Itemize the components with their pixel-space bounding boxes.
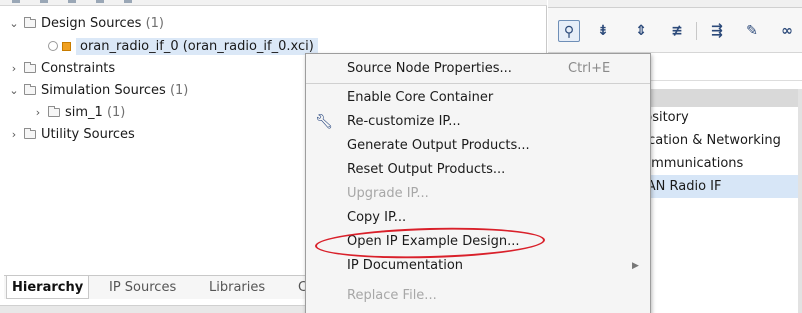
menu-item-label: Generate Output Products... [347, 138, 530, 153]
tree-design-sources[interactable]: ⌄ Design Sources (1) [8, 13, 164, 35]
tree-count: (1) [106, 105, 126, 120]
menu-item-label: Upgrade IP... [347, 186, 429, 201]
tree-sim-1[interactable]: › sim_1 (1) [32, 102, 126, 124]
menu-item-label: Source Node Properties... [347, 61, 512, 76]
hierarchy-icon[interactable]: ⇶ [706, 20, 728, 42]
menu-item-replace-file: Replace File... [306, 284, 650, 308]
expand-all-icon[interactable]: ⇕ [630, 20, 652, 42]
ip-hierarchy-icon [48, 41, 58, 51]
ip-catalog-toolbar: ⚲ ⇟ ⇕ ≢ ⇶ ✎ ∞ [548, 8, 802, 53]
toolbar-icon[interactable] [12, 0, 20, 3]
search-icon[interactable]: ⚲ [558, 20, 580, 42]
tree-label: Simulation Sources [41, 83, 166, 98]
menu-item-enable-core-container[interactable]: Enable Core Container [306, 86, 650, 110]
context-menu: Source Node Properties... Ctrl+E Enable … [305, 53, 651, 313]
menu-separator [306, 83, 650, 84]
menu-item-open-ip-example-design[interactable]: Open IP Example Design... [306, 230, 650, 254]
menu-item-label: Replace File... [347, 288, 437, 303]
ip-catalog-header-strip [548, 0, 802, 8]
tab-hierarchy[interactable]: Hierarchy [6, 276, 90, 299]
chevron-right-icon[interactable]: › [8, 124, 20, 146]
toolbar-icon[interactable] [96, 0, 104, 3]
toolbar-icon[interactable] [40, 0, 48, 3]
tree-constraints[interactable]: › Constraints [8, 58, 115, 80]
menu-item-label: Reset Output Products... [347, 162, 506, 177]
menu-item-copy-ip[interactable]: Copy IP... [306, 206, 650, 230]
chevron-down-icon[interactable]: ⌄ [8, 13, 20, 35]
filter-icon[interactable]: ≢ [666, 20, 688, 42]
chevron-right-icon[interactable]: › [32, 102, 44, 124]
tree-ip-file[interactable]: oran_radio_if_0 (oran_radio_if_0.xci) [48, 36, 318, 58]
tab-ip-sources[interactable]: IP Sources [104, 276, 181, 299]
chevron-right-icon[interactable]: › [8, 58, 20, 80]
tree-simulation-sources[interactable]: ⌄ Simulation Sources (1) [8, 80, 188, 102]
folder-icon [48, 106, 60, 117]
chevron-down-icon[interactable]: ⌄ [8, 80, 20, 102]
folder-icon [24, 17, 36, 28]
tree-label: sim_1 [65, 105, 103, 120]
menu-item-label: IP Documentation [347, 258, 464, 273]
toolbar-icon[interactable] [124, 0, 132, 3]
tree-label: Utility Sources [41, 127, 135, 142]
ip-core-icon [62, 42, 71, 51]
submenu-arrow-icon: ▶ [632, 261, 639, 271]
menu-item-ip-documentation[interactable]: IP Documentation ▶ [306, 254, 650, 278]
tree-count: (1) [145, 16, 165, 31]
link-icon[interactable]: ∞ [776, 20, 798, 42]
menu-item-re-customize-ip[interactable]: 🔧︎ Re-customize IP... [306, 110, 650, 134]
menu-item-reset-output-products[interactable]: Reset Output Products... [306, 158, 650, 182]
folder-icon [24, 84, 36, 95]
menu-item-shortcut: Ctrl+E [568, 61, 611, 76]
folder-icon [24, 128, 36, 139]
tree-ip-file-label: oran_radio_if_0 (oran_radio_if_0.xci) [76, 38, 318, 55]
menu-item-source-node-properties[interactable]: Source Node Properties... Ctrl+E [306, 57, 650, 81]
menu-item-label: Open IP Example Design... [347, 234, 520, 249]
tree-label: Constraints [41, 61, 116, 76]
folder-icon [24, 62, 36, 73]
toolbar-icon[interactable] [68, 0, 76, 3]
tree-label: Design Sources [41, 16, 142, 31]
menu-item-label: Enable Core Container [347, 90, 494, 105]
tree-utility-sources[interactable]: › Utility Sources [8, 124, 135, 146]
wrench-icon[interactable]: ✎ [741, 20, 763, 42]
tab-libraries[interactable]: Libraries [204, 276, 270, 299]
tree-count: (1) [169, 83, 189, 98]
sources-tab-bar: Hierarchy IP Sources Libraries C [4, 275, 310, 299]
collapse-all-icon[interactable]: ⇟ [592, 20, 614, 42]
sources-toolbar-strip [0, 0, 547, 6]
menu-item-label: Copy IP... [347, 210, 407, 225]
menu-item-generate-output-products[interactable]: Generate Output Products... [306, 134, 650, 158]
wrench-icon: 🔧︎ [315, 114, 333, 130]
menu-item-label: Re-customize IP... [347, 114, 461, 129]
vertical-scrollbar[interactable] [798, 89, 802, 313]
toolbar-separator [696, 22, 697, 40]
menu-item-upgrade-ip: Upgrade IP... [306, 182, 650, 206]
